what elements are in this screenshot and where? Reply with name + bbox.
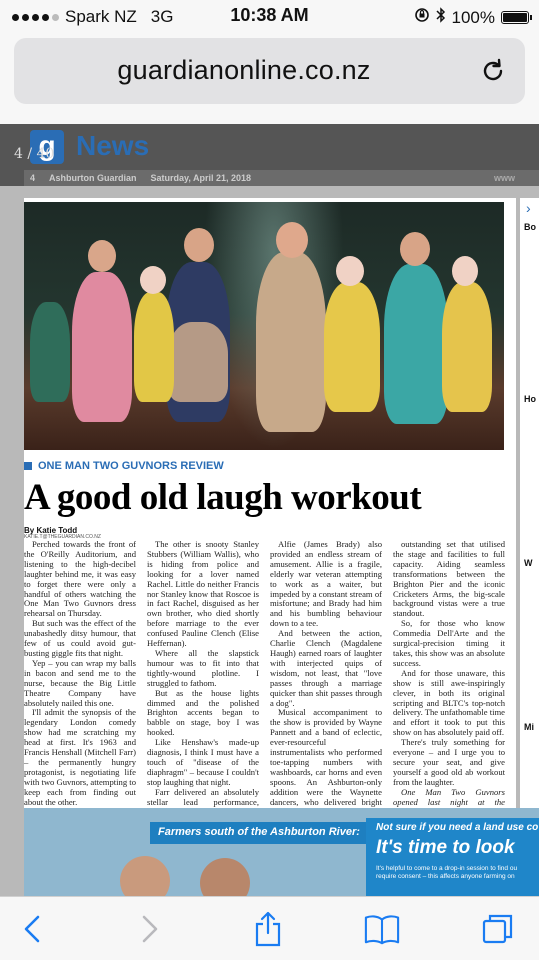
browser-toolbar xyxy=(0,896,539,960)
url-domain[interactable]: guardianonline.co.nz xyxy=(14,55,474,86)
ad-panel: Not sure if you need a land use co It's … xyxy=(366,818,539,896)
article-paragraph: Yep – you can wrap my balls in bacon and… xyxy=(24,657,136,708)
ad-text-2: require consent – this affects anyone fa… xyxy=(376,873,515,880)
epaper-viewer[interactable]: g News 4 / 40 4 Ashburton Guardian Satur… xyxy=(0,124,539,896)
article-paragraph: And between the action, Charlie Clench (… xyxy=(270,628,382,708)
battery-percent: 100% xyxy=(451,7,495,27)
battery-icon xyxy=(501,11,532,24)
orientation-lock-icon xyxy=(414,7,430,28)
folio-date: Saturday, April 21, 2018 xyxy=(150,173,252,183)
article-paragraph: Alfie (James Brady) also provided an end… xyxy=(270,539,382,629)
side-word-2: Ho xyxy=(524,394,536,404)
chevron-right-icon xyxy=(142,915,158,943)
article-paragraph: Where all the slapstick humour was to fi… xyxy=(147,647,259,688)
article-paragraph: And for those unaware, this show is stil… xyxy=(393,667,505,738)
ad-headline: It's time to look xyxy=(376,837,515,858)
folio-www: www xyxy=(493,173,515,183)
ad-question: Not sure if you need a land use co xyxy=(376,822,539,833)
article-paragraph: There's truly something for everyone – a… xyxy=(393,737,505,787)
folio-paper-name: Ashburton Guardian xyxy=(49,173,137,183)
article-headline: A good old laugh workout xyxy=(24,477,422,518)
advertisement[interactable]: Farmers south of the Ashburton River: No… xyxy=(24,808,539,896)
forward-button[interactable] xyxy=(132,911,168,947)
folio-page-number: 4 xyxy=(30,173,36,183)
share-icon xyxy=(255,911,281,947)
side-word-3: W xyxy=(524,558,533,568)
bluetooth-icon xyxy=(435,7,446,28)
bookmarks-icon xyxy=(364,915,400,945)
article-paragraph: outstanding set that utilised the stage … xyxy=(393,539,505,619)
status-indicators: 100% xyxy=(414,7,532,28)
side-word-1: Bo xyxy=(524,222,536,232)
article-paragraph: But as the house lights dimmed and the p… xyxy=(147,687,259,738)
section-header: g News 4 / 40 4 Ashburton Guardian Satur… xyxy=(0,124,539,186)
article-paragraph: The other is snooty Stanley Stubbers (Wi… xyxy=(147,539,259,649)
ad-text-1: It's helpful to come to a drop-in sessio… xyxy=(376,865,518,872)
kicker-text: ONE MAN TWO GUVNORS REVIEW xyxy=(38,460,224,472)
page-counter: 4 / 40 xyxy=(14,146,55,162)
article-paragraph: Perched towards the front of the O'Reill… xyxy=(24,539,136,619)
newspaper-page: ONE MAN TWO GUVNORS REVIEW A good old la… xyxy=(24,198,516,896)
article-paragraph: So, for those who know Commedia Dell'Art… xyxy=(393,618,505,668)
tabs-icon xyxy=(482,914,513,944)
status-bar: Spark NZ 3G 10:38 AM 100% xyxy=(0,0,539,32)
chevron-left-icon xyxy=(24,915,40,943)
page-folio: 4 Ashburton Guardian Saturday, April 21,… xyxy=(24,170,539,186)
bookmarks-button[interactable] xyxy=(364,911,400,947)
article-photo xyxy=(24,202,504,450)
reload-icon[interactable] xyxy=(479,57,507,85)
article-paragraph: But such was the effect of the unabashed… xyxy=(24,618,136,658)
side-word-4: Mi xyxy=(524,722,534,732)
address-bar[interactable]: guardianonline.co.nz xyxy=(14,38,525,104)
article-paragraph: I'll admit the synopsis of the legendary… xyxy=(24,707,136,807)
section-title: News xyxy=(76,130,150,161)
back-button[interactable] xyxy=(14,911,50,947)
kicker-square-icon xyxy=(24,462,32,470)
article-paragraph: Like Henshaw's made-up diagnosis, I thin… xyxy=(147,737,259,787)
tabs-button[interactable] xyxy=(480,911,516,947)
share-button[interactable] xyxy=(250,911,286,947)
next-page-teaser[interactable]: › Bo Ho W Mi xyxy=(520,198,539,896)
chevron-right-icon: › xyxy=(526,200,531,216)
article-kicker: ONE MAN TWO GUVNORS REVIEW xyxy=(24,460,224,472)
ad-left-banner: Farmers south of the Ashburton River: xyxy=(150,822,380,844)
article-column-1: Perched towards the front of the O'Reill… xyxy=(24,539,136,847)
